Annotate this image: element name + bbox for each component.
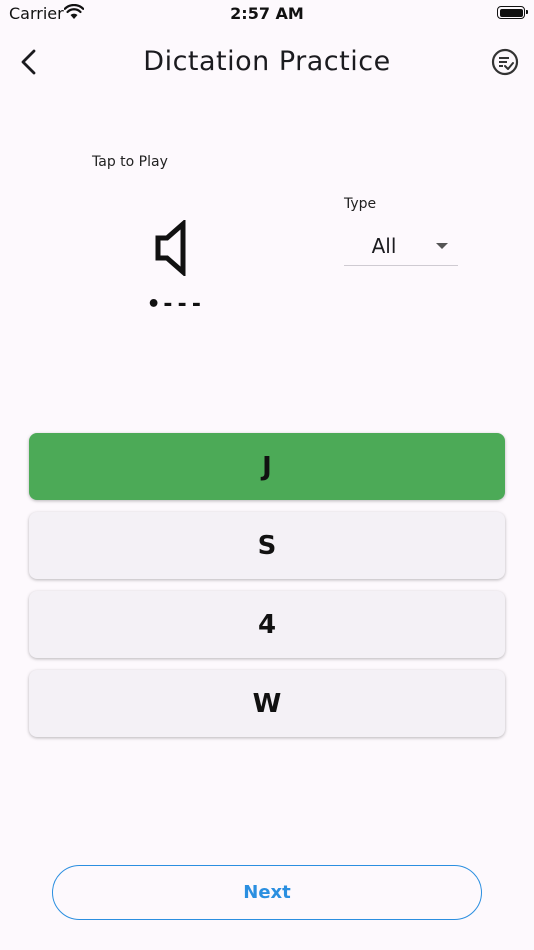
play-sound-button[interactable]: [150, 218, 194, 278]
dropdown-arrow-icon: [436, 243, 448, 249]
type-label: Type: [344, 196, 377, 212]
next-button[interactable]: Next: [52, 865, 482, 920]
answer-option[interactable]: S: [29, 512, 505, 579]
tap-to-play-label: Tap to Play: [92, 154, 168, 170]
answer-option-correct[interactable]: J: [29, 433, 505, 500]
app-bar: Dictation Practice: [0, 28, 534, 98]
answer-option[interactable]: W: [29, 670, 505, 737]
speaker-icon: [155, 218, 186, 278]
clock: 2:57 AM: [230, 4, 304, 23]
type-dropdown[interactable]: All: [344, 228, 458, 266]
checklist-icon: [491, 48, 519, 76]
answer-options: J S 4 W: [29, 433, 505, 749]
page-title: Dictation Practice: [143, 46, 391, 77]
type-selected-value: All: [371, 234, 397, 258]
battery-icon: [497, 6, 528, 19]
status-bar: Carrier 2:57 AM: [0, 0, 534, 28]
checklist-button[interactable]: [490, 47, 520, 77]
answer-option[interactable]: 4: [29, 591, 505, 658]
morse-code-display: •---: [147, 292, 204, 317]
